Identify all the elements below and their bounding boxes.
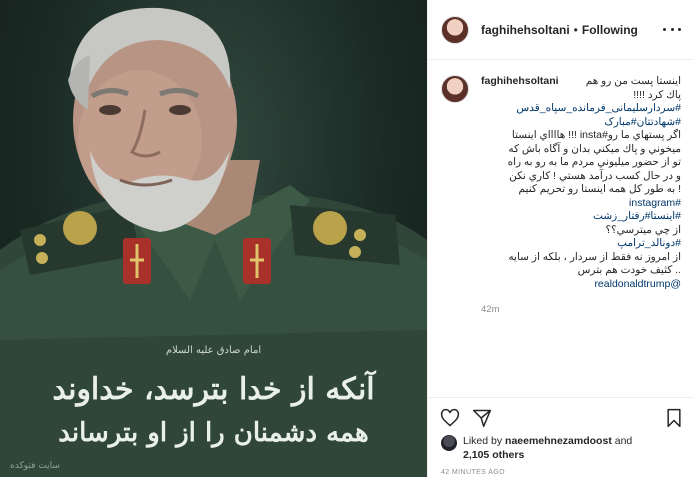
post-photo[interactable]: امام صادق علیه السلام آنکه از خدا بترسد،…: [0, 0, 427, 477]
caption-timestamp: 42m: [481, 304, 500, 315]
photo-caption-line-1: آنکه از خدا بترسد، خداوند: [52, 372, 375, 407]
caption-line[interactable]: #instagram: [481, 197, 681, 211]
caption-line[interactable]: #شهادتتان#مبارک: [481, 116, 681, 130]
caption-line[interactable]: #دونالد_ترامپ: [481, 237, 681, 251]
caption-lines: پاك كرد !!!! #سردارسلیمانی_فرمانده_سپاه_ق…: [481, 89, 681, 292]
caption-line: پاك كرد !!!!: [633, 88, 681, 101]
likes-summary: Liked by naeemehnezamdoost and 2,105 oth…: [441, 434, 691, 462]
header-username[interactable]: faghihehsoltani: [481, 23, 570, 37]
likes-middle: and: [611, 435, 633, 447]
caption-line: اگر پستهاي ما رو#insta !!! هااااي اينستا: [511, 129, 681, 141]
post-sidebar: faghihehsoltani • Following faghihehsolt…: [427, 0, 694, 477]
caption-line: ميخوني و پاك ميكني بدان و آگاه باش كه: [508, 142, 681, 155]
caption-line: .. كثيف خودت هم بترس: [577, 264, 681, 276]
caption-line: از امروز نه فقط از سردار ، بلكه از سايه: [508, 250, 681, 263]
post-date: 42 MINUTES AGO: [441, 469, 505, 476]
bookmark-icon[interactable]: [664, 408, 684, 428]
send-icon[interactable]: [472, 408, 492, 428]
likes-user-link[interactable]: naeemehnezamdoost: [505, 435, 612, 447]
caption-line[interactable]: @realdonaldtrump: [481, 278, 681, 292]
following-button[interactable]: Following: [582, 23, 638, 37]
caption-first-line: faghihehsoltani اینستا پست من رو هم: [481, 75, 681, 89]
caption-body: faghihehsoltani اینستا پست من رو هم پاك …: [481, 75, 681, 317]
photo-caption-small: امام صادق علیه السلام: [165, 345, 262, 356]
action-bar: [428, 397, 694, 437]
caption-line: و در حال کسب درآمد هستي ! كاري نكن: [509, 169, 681, 182]
caption-username[interactable]: faghihehsoltani: [481, 75, 559, 89]
likes-others-link[interactable]: 2,105 others: [463, 449, 524, 461]
caption-line: ! به طور كل همه اينستا رو تحريم كنيم: [518, 183, 681, 195]
caption-line[interactable]: #سردارسلیمانی_فرمانده_سپاه_قدس: [481, 102, 681, 116]
header-separator: •: [573, 22, 578, 37]
photo-watermark: سایت فتوکده: [10, 461, 60, 471]
avatar[interactable]: [441, 75, 469, 103]
more-dot: [670, 27, 674, 31]
post-header: faghihehsoltani • Following: [428, 0, 694, 60]
heart-icon[interactable]: [440, 408, 460, 428]
likes-prefix: Liked by: [463, 435, 506, 447]
avatar[interactable]: [441, 435, 457, 451]
more-horizontal-icon[interactable]: [663, 22, 681, 36]
caption-line: از چي ميترسي؟؟: [605, 223, 681, 236]
caption-line: تو از حضور ميليوني مردم ما به رو به راه: [507, 156, 681, 168]
photo-caption-line-2: همه دشمنان را از او بترساند: [58, 418, 369, 448]
likes-text: Liked by naeemehnezamdoost and 2,105 oth…: [463, 434, 632, 462]
more-dot: [678, 27, 681, 31]
caption-comment: faghihehsoltani اینستا پست من رو هم پاك …: [441, 75, 681, 317]
caption-line: اینستا پست من رو هم: [585, 75, 681, 87]
caption-line[interactable]: #اینستا#رفتار_زشت: [481, 210, 681, 224]
more-dot: [663, 27, 666, 31]
comments-area[interactable]: faghihehsoltani اینستا پست من رو هم پاك …: [428, 61, 694, 397]
avatar[interactable]: [441, 15, 469, 44]
instagram-post: امام صادق علیه السلام آنکه از خدا بترسد،…: [0, 0, 694, 477]
